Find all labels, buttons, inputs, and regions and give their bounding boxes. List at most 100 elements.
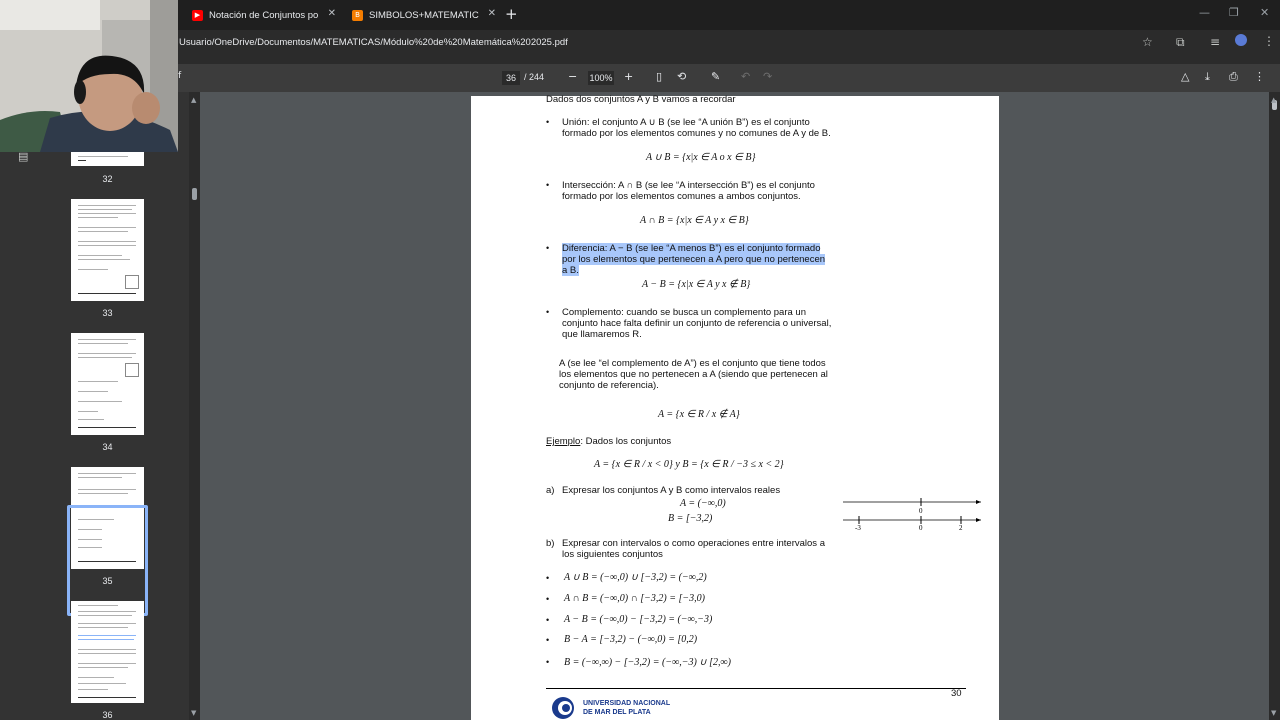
blogger-icon: B: [352, 9, 363, 21]
page-number-input[interactable]: 36: [502, 71, 520, 85]
bullet: •: [546, 307, 550, 317]
zoom-out-icon[interactable]: −: [568, 70, 577, 83]
difference-text-3: a B.: [562, 265, 579, 277]
viewer-scrollbar[interactable]: [1269, 92, 1280, 720]
tab-youtube[interactable]: ▶ Notación de Conjuntos por Ext ✕: [184, 4, 340, 26]
item-b-label: b): [546, 538, 555, 549]
print-icon[interactable]: ⎙: [1229, 70, 1238, 84]
tab-title: SIMBOLOS+MATEMATICOS.pn: [369, 9, 479, 21]
more-options-icon[interactable]: ⋮: [1254, 70, 1265, 83]
download-icon[interactable]: ⤓: [1205, 70, 1210, 84]
address-bar[interactable]: Usuario/OneDrive/Documentos/MATEMATICAS/…: [0, 30, 1280, 56]
toolbar-gap: [0, 56, 1280, 64]
page-thumbnail-34[interactable]: [71, 333, 144, 435]
numline-label-2: 2: [959, 524, 963, 532]
scroll-up-icon[interactable]: ▲: [1271, 96, 1276, 104]
thumbnail-label: 33: [102, 308, 113, 318]
union-text-2: formado por los elementos comunes y no c…: [562, 128, 831, 139]
complement-text-2: conjunto hace falta definir un conjunto …: [562, 318, 832, 329]
arrow-icon: [976, 500, 981, 504]
numline-label-0: 0: [919, 507, 923, 515]
operation-3: A − B = (−∞,0) − [−3,2) = (−∞,−3): [564, 614, 713, 625]
arrow-icon: [976, 518, 981, 522]
union-formula: A ∪ B = {x|x ∈ A o x ∈ B}: [646, 152, 756, 163]
page-number: 30: [951, 688, 962, 699]
complement-text-3: que llamaremos R.: [562, 329, 642, 340]
pdf-toolbar: f 36 / 244 − 100% + ▯ ⟲ ✎ ↶ ↷ △ ⤓ ⎙ ⋮: [0, 64, 1280, 92]
thumbnail-selection-frame: [67, 505, 148, 616]
media-icon[interactable]: ≡: [1210, 35, 1220, 49]
scroll-down-icon[interactable]: ▼: [1271, 709, 1276, 717]
close-icon[interactable]: ✕: [328, 8, 336, 19]
extensions-icon[interactable]: ⧉: [1176, 35, 1185, 50]
star-icon[interactable]: ☆: [1142, 35, 1153, 49]
scroll-down-icon[interactable]: ▼: [191, 709, 196, 717]
union-text-1: Unión: el conjunto A ∪ B (se lee “A unió…: [562, 117, 810, 128]
youtube-icon: ▶: [192, 9, 203, 21]
complement-text-1: Complemento: cuando se busca un compleme…: [562, 307, 806, 318]
page-total: / 244: [524, 72, 545, 82]
sidebar-toggle-icon[interactable]: f: [178, 71, 181, 81]
complement-formula: A = {x ∈ R / x ∉ A}: [658, 409, 740, 420]
example-heading: Ejemplo: Dados los conjuntos: [546, 436, 672, 447]
item-a-label: a): [546, 485, 555, 496]
interval-b: B = [−3,2): [668, 513, 713, 524]
rotate-icon[interactable]: ⟲: [677, 70, 686, 83]
university-logo: [552, 697, 574, 719]
save-drive-icon[interactable]: △: [1181, 70, 1189, 83]
sidebar-scrollbar[interactable]: [189, 92, 200, 720]
interval-a: A = (−∞,0): [680, 498, 726, 509]
bullet: •: [546, 573, 550, 583]
undo-icon[interactable]: ↶: [741, 70, 750, 83]
numline-label-m3: -3: [855, 524, 861, 532]
zoom-in-icon[interactable]: +: [624, 70, 633, 83]
page-thumbnail-36[interactable]: [71, 601, 144, 703]
operation-2: A ∩ B = (−∞,0) ∩ [−3,2) = [−3,0): [564, 593, 705, 604]
minimize-icon[interactable]: —: [1199, 6, 1210, 19]
intro-text: Dados dos conjuntos A y B vamos a record…: [546, 94, 736, 105]
url-text[interactable]: Usuario/OneDrive/Documentos/MATEMATICAS/…: [179, 37, 568, 48]
new-tab-button[interactable]: +: [505, 5, 518, 23]
difference-formula: A − B = {x|x ∈ A y x ∉ B}: [642, 279, 751, 290]
scroll-up-icon[interactable]: ▲: [191, 96, 196, 104]
thumbnail-label: 34: [102, 442, 113, 452]
bullet: •: [546, 657, 550, 667]
page-thumbnail-32[interactable]: [71, 152, 144, 166]
numline-label-0b: 0: [919, 524, 923, 532]
intersection-text-1: Intersección: A ∩ B (se lee “A intersecc…: [562, 180, 815, 191]
pdf-page[interactable]: Dados dos conjuntos A y B vamos a record…: [471, 94, 999, 720]
difference-text-2: por los elementos que pertenecen a A per…: [562, 254, 826, 266]
fit-page-icon[interactable]: ▯: [656, 70, 662, 83]
sets-formula: A = {x ∈ R / x < 0} y B = {x ∈ R / −3 ≤ …: [594, 459, 784, 470]
bullet: •: [546, 243, 550, 253]
annotate-icon[interactable]: ✎: [711, 70, 720, 83]
page-thumbnail-33[interactable]: [71, 199, 144, 301]
tab-simbolos[interactable]: B SIMBOLOS+MATEMATICOS.pn ✕: [344, 4, 500, 26]
thumbnail-label: 32: [102, 174, 113, 184]
operation-5: B = (−∞,∞) − [−3,2) = (−∞,−3) ∪ [2,∞): [564, 657, 731, 668]
difference-text-1: Diferencia: A − B (se lee “A menos B”) e…: [562, 243, 821, 255]
intersection-formula: A ∩ B = {x|x ∈ A y x ∈ B}: [640, 215, 749, 226]
zoom-input[interactable]: 100%: [588, 71, 614, 85]
operation-4: B − A = [−3,2) − (−∞,0) = [0,2): [564, 634, 698, 645]
bullet: •: [546, 180, 550, 190]
profile-avatar[interactable]: [1235, 34, 1247, 46]
complement-def-1: A (se lee “el complemento de A”) es el c…: [559, 358, 826, 369]
close-icon[interactable]: ✕: [488, 8, 496, 19]
restore-icon[interactable]: ❐: [1229, 6, 1239, 19]
bullet: •: [546, 117, 550, 127]
intersection-text-2: formado por los elementos comunes a ambo…: [562, 191, 801, 202]
item-b-text-1: Expresar con intervalos o como operacion…: [562, 538, 825, 549]
footer-rule: [546, 688, 966, 689]
close-window-icon[interactable]: ✕: [1260, 6, 1269, 19]
sidebar-scroll-thumb[interactable]: [192, 188, 197, 200]
webcam-overlay: [0, 0, 178, 152]
university-name: UNIVERSIDAD NACIONAL DE MAR DEL PLATA: [583, 700, 671, 716]
item-b-text-2: los siguientes conjuntos: [562, 549, 663, 560]
complement-def-3: conjunto de referencia).: [559, 380, 659, 391]
menu-icon[interactable]: ⋮: [1263, 34, 1275, 48]
redo-icon[interactable]: ↷: [763, 70, 772, 83]
thumbnail-label: 36: [102, 710, 113, 720]
item-a-text: Expresar los conjuntos A y B como interv…: [562, 485, 781, 496]
tab-title: Notación de Conjuntos por Ext: [209, 9, 319, 21]
